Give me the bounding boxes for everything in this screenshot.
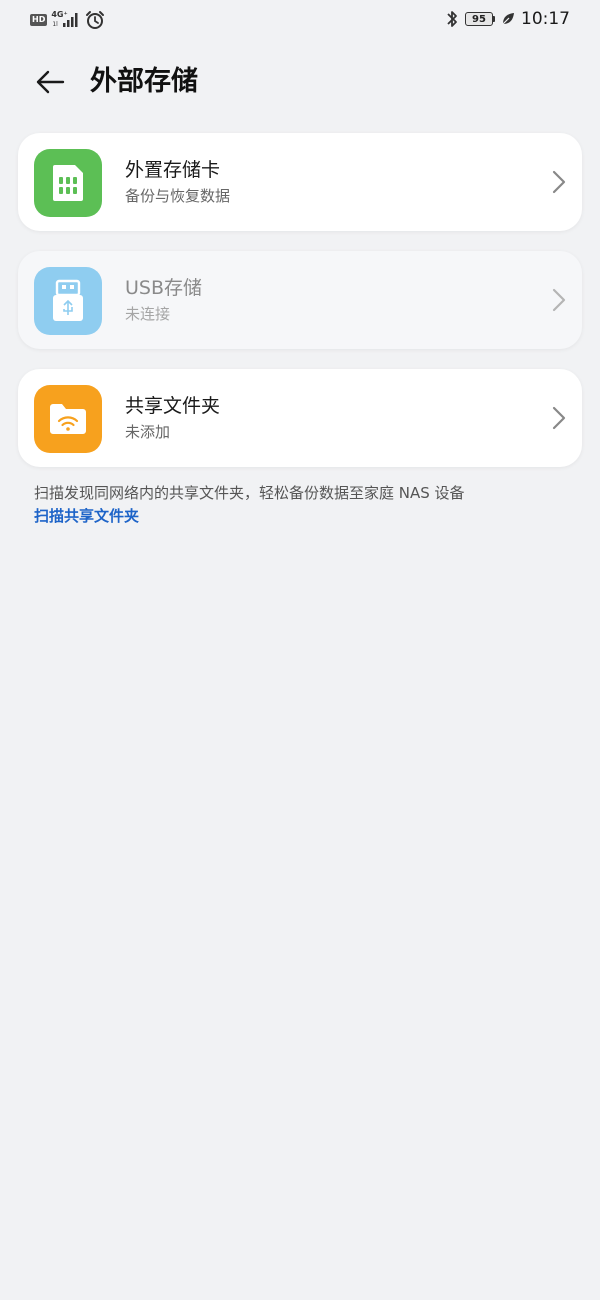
status-bar: HD 4G⁺ 1l 95 10:17 (0, 0, 600, 40)
usb-title: USB存储 (125, 277, 203, 299)
shared-folder-item[interactable]: 共享文件夹 未添加 (18, 369, 582, 467)
usb-icon (34, 267, 102, 335)
sd-card-title: 外置存储卡 (125, 159, 221, 181)
network-sub: 1l (52, 21, 58, 28)
clock: 10:17 (521, 9, 570, 29)
page-title: 外部存储 (90, 66, 198, 97)
alarm-icon (86, 11, 105, 29)
header: 外部存储 (0, 60, 600, 104)
shared-folder-subtitle: 未添加 (125, 423, 171, 441)
usb-subtitle: 未连接 (125, 305, 171, 323)
shared-folder-description: 扫描发现同网络内的共享文件夹，轻松备份数据至家庭 NAS 设备 (34, 484, 465, 502)
back-button[interactable] (30, 64, 70, 100)
battery-tip (493, 16, 495, 22)
chevron-right-icon (552, 170, 566, 194)
signal-icon (63, 13, 78, 27)
shared-folder-icon (34, 385, 102, 453)
sd-card-subtitle: 备份与恢复数据 (125, 187, 231, 205)
external-sd-card-item[interactable]: 外置存储卡 备份与恢复数据 (18, 133, 582, 231)
status-left: HD 4G⁺ 1l (30, 10, 105, 30)
chevron-right-icon (552, 288, 566, 312)
bluetooth-icon (447, 11, 457, 27)
back-arrow-icon (36, 70, 65, 94)
shared-folder-title: 共享文件夹 (125, 395, 221, 417)
network-indicator: 4G⁺ 1l (51, 10, 81, 30)
scan-shared-folder-link[interactable]: 扫描共享文件夹 (34, 505, 139, 527)
sd-card-icon (34, 149, 102, 217)
hd-badge: HD (30, 14, 48, 26)
battery-level: 95 (465, 12, 493, 26)
battery-indicator: 95 (465, 12, 495, 26)
status-right: 95 10:17 (445, 9, 570, 29)
chevron-right-icon (552, 406, 566, 430)
usb-storage-item[interactable]: USB存储 未连接 (18, 251, 582, 349)
leaf-icon (502, 13, 514, 25)
